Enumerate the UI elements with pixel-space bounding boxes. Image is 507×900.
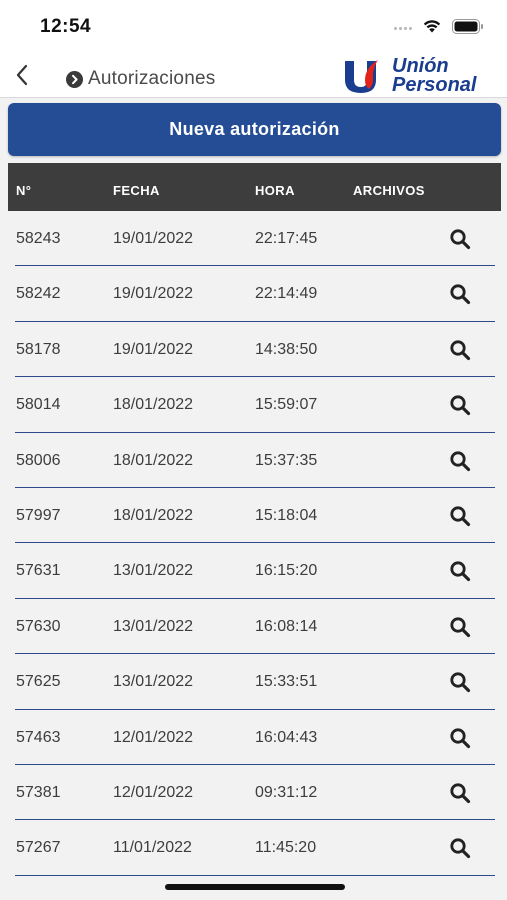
column-header-date: FECHA: [113, 183, 160, 198]
row-date: 13/01/2022: [113, 673, 194, 691]
row-date: 13/01/2022: [113, 562, 194, 580]
row-date: 19/01/2022: [113, 340, 194, 358]
table-row[interactable]: 57625 13/01/2022 15:33:51: [0, 654, 507, 710]
row-date: 19/01/2022: [113, 230, 194, 247]
row-number: 57381: [16, 783, 61, 801]
row-number: 57997: [16, 506, 61, 524]
row-number: 57625: [16, 673, 61, 691]
navigation-bar: Autorizaciones Unión Personal: [0, 52, 507, 98]
row-date: 12/01/2022: [113, 728, 194, 746]
row-time: 16:04:43: [255, 728, 318, 746]
brand-logo: Unión Personal: [343, 56, 501, 96]
row-time: 14:38:50: [255, 340, 318, 358]
search-icon[interactable]: [449, 671, 471, 693]
search-icon[interactable]: [449, 228, 471, 250]
row-time: 16:15:20: [255, 562, 318, 580]
search-icon[interactable]: [449, 283, 471, 305]
row-time: 22:17:45: [255, 230, 318, 247]
row-date: 19/01/2022: [113, 285, 194, 303]
page-title: Autorizaciones: [88, 68, 216, 89]
row-time: 15:18:04: [255, 506, 318, 524]
cellular-signal-icon: [394, 27, 416, 33]
battery-icon: [452, 19, 483, 34]
row-number: 58242: [16, 285, 61, 303]
search-icon[interactable]: [449, 560, 471, 582]
row-date: 11/01/2022: [113, 839, 192, 857]
status-time: 12:54: [40, 16, 92, 37]
column-header-number: N°: [16, 183, 32, 198]
page-title-group: Autorizaciones: [66, 68, 215, 90]
row-time: 15:59:07: [255, 396, 318, 414]
search-icon[interactable]: [449, 837, 471, 859]
authorizations-list: 58243 19/01/2022 22:17:45 58242 19/01/20…: [0, 211, 507, 877]
table-row[interactable]: 57630 13/01/2022 16:08:14: [0, 599, 507, 655]
home-indicator[interactable]: [165, 884, 345, 890]
row-date: 18/01/2022: [113, 396, 194, 414]
table-row[interactable]: 57267 11/01/2022 11:45:20: [0, 820, 507, 877]
column-header-files: ARCHIVOS: [353, 183, 425, 198]
search-icon[interactable]: [449, 727, 471, 749]
table-row[interactable]: 57381 12/01/2022 09:31:12: [0, 765, 507, 821]
column-header-time: HORA: [255, 183, 295, 198]
table-row[interactable]: 58242 19/01/2022 22:14:49: [0, 266, 507, 323]
new-authorization-button[interactable]: Nueva autorización: [8, 103, 501, 156]
row-number: 58243: [16, 230, 61, 247]
row-time: 15:37:35: [255, 451, 318, 469]
row-time: 22:14:49: [255, 285, 318, 303]
search-icon[interactable]: [449, 450, 471, 472]
row-number: 57463: [16, 728, 61, 746]
row-date: 13/01/2022: [113, 617, 194, 635]
table-row[interactable]: 58178 19/01/2022 14:38:50: [0, 322, 507, 378]
brand-name-line2: Personal: [392, 74, 477, 96]
search-icon[interactable]: [449, 616, 471, 638]
row-number: 58006: [16, 451, 61, 469]
back-button[interactable]: [8, 60, 36, 90]
row-time: 15:33:51: [255, 673, 318, 691]
table-row[interactable]: 57463 12/01/2022 16:04:43: [0, 710, 507, 766]
table-row[interactable]: 58006 18/01/2022 15:37:35: [0, 433, 507, 489]
row-time: 16:08:14: [255, 617, 318, 635]
row-date: 18/01/2022: [113, 506, 194, 524]
union-personal-logo-icon: [345, 60, 378, 93]
status-bar: 12:54: [0, 0, 507, 52]
table-row[interactable]: 58243 19/01/2022 22:17:45: [0, 211, 507, 267]
row-date: 12/01/2022: [113, 783, 194, 801]
table-row[interactable]: 57997 18/01/2022 15:18:04: [0, 488, 507, 544]
row-time: 11:45:20: [255, 839, 317, 857]
search-icon[interactable]: [449, 394, 471, 416]
search-icon[interactable]: [449, 339, 471, 361]
wifi-icon: [423, 20, 441, 33]
table-header: N° FECHA HORA ARCHIVOS: [8, 163, 501, 211]
table-row[interactable]: 57631 13/01/2022 16:15:20: [0, 543, 507, 600]
row-time: 09:31:12: [255, 783, 318, 801]
table-row[interactable]: 58014 18/01/2022 15:59:07: [0, 377, 507, 433]
search-icon[interactable]: [449, 505, 471, 527]
row-number: 57631: [16, 562, 61, 580]
chevron-left-icon: [16, 64, 28, 86]
row-number: 57267: [16, 839, 61, 857]
search-icon[interactable]: [449, 782, 471, 804]
row-number: 57630: [16, 617, 61, 635]
circle-chevron-right-icon: [66, 70, 83, 88]
row-date: 18/01/2022: [113, 451, 194, 469]
row-number: 58178: [16, 340, 61, 358]
row-number: 58014: [16, 396, 61, 414]
